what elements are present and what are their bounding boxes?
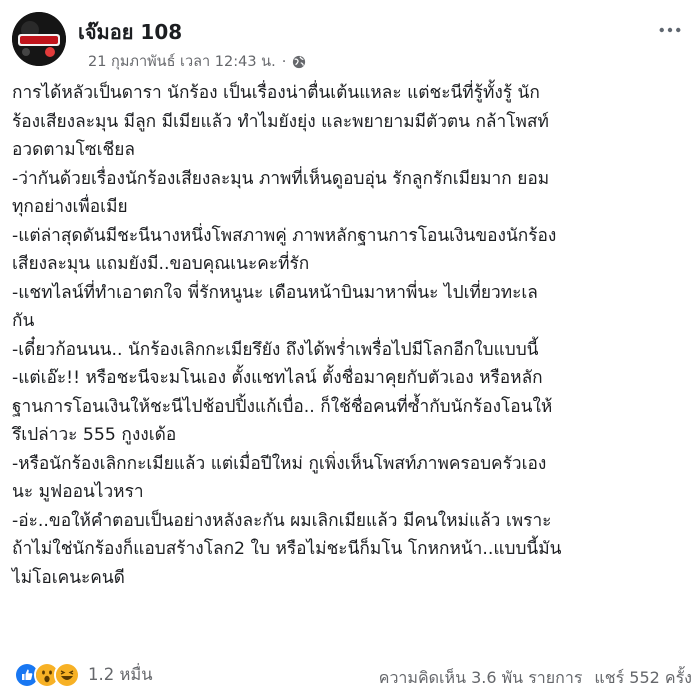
shares-count-link[interactable]: แชร์ 552 ครั้ง [594, 666, 692, 691]
post-text: การได้หลัวเป็นดารา นักร้อง เป็นเรื่องน่า… [12, 79, 694, 592]
post-line: กัน [12, 311, 35, 331]
reactions-summary[interactable]: 1.2 หมื่น [14, 662, 153, 688]
post-line: อวดตามโซเชียล [12, 140, 135, 160]
post-line: -อ่ะ..ขอให้คำตอบเป็นอย่างหลังละกัน ผมเลิ… [12, 510, 552, 531]
post-meta: 21 กุมภาพันธ์ เวลา 12:43 น. · [88, 50, 306, 73]
post-line: ถ้าไม่ใช่นักร้องก็แอบสร้างโลก2 ใบ หรือไม… [12, 539, 562, 559]
post-line: ฐานการโอนเงินให้ชะนีไปช้อปปิ้งแก้เบื่อ..… [12, 396, 553, 417]
post-line: ทุกอย่างเพื่อเมีย [12, 197, 128, 217]
post-line: -แต่ล่าสุดดันมีชะนีนางหนึ่งโพสภาพคู่ ภาพ… [12, 225, 557, 246]
avatar-logo-icon [12, 12, 66, 66]
post-line: -หรือนักร้องเลิกกะเมียแล้ว แต่เมื่อปีใหม… [12, 453, 547, 474]
post-line: -เดี๋ยวก้อนนน.. นักร้องเลิกกะเมียรึยัง ถ… [12, 339, 539, 360]
globe-icon [292, 55, 306, 69]
reaction-count: 1.2 หมื่น [88, 665, 153, 684]
post-header: เจ๊มอย 108 21 กุมภาพันธ์ เวลา 12:43 น. · [10, 10, 690, 72]
post-footer: 1.2 หมื่น ความคิดเห็น 3.6 พัน รายการ แชร… [10, 657, 692, 691]
post-line: ร้องเสียงละมุน มีลูก มีเมียแล้ว ทำไมยังย… [12, 111, 549, 132]
post-line: การได้หลัวเป็นดารา นักร้อง เป็นเรื่องน่า… [12, 83, 540, 103]
meta-separator: · [281, 53, 287, 70]
more-options-icon[interactable] [656, 18, 684, 42]
page-name[interactable]: เจ๊มอย 108 [78, 16, 182, 48]
post-line: -ว่ากันด้วยเรื่องนักร้องเสียงละมุน ภาพที… [12, 168, 550, 189]
post-line: ไม่โอเคนะคนดี [12, 567, 125, 588]
page-avatar[interactable] [12, 12, 66, 66]
post-stats: ความคิดเห็น 3.6 พัน รายการ แชร์ 552 ครั้… [379, 666, 692, 691]
post-line: รึเปล่าวะ 555 กูงงเด้อ [12, 425, 177, 445]
haha-icon [54, 662, 80, 688]
post-timestamp[interactable]: 21 กุมภาพันธ์ เวลา 12:43 น. [88, 50, 276, 73]
post-line: -แชทไลน์ที่ทำเอาตกใจ พี่รักหนูนะ เดือนหน… [12, 282, 538, 303]
comments-count-link[interactable]: ความคิดเห็น 3.6 พัน รายการ [379, 666, 583, 691]
post-line: -แต่เอ๊ะ!! หรือชะนีจะมโนเอง ตั้งแชทไลน์ … [12, 368, 543, 388]
post-line: เสียงละมุน แถมยังมี..ขอบคุณเนะคะที่รัก [12, 254, 310, 274]
post-line: นะ มูฟออนไวหรา [12, 482, 144, 502]
